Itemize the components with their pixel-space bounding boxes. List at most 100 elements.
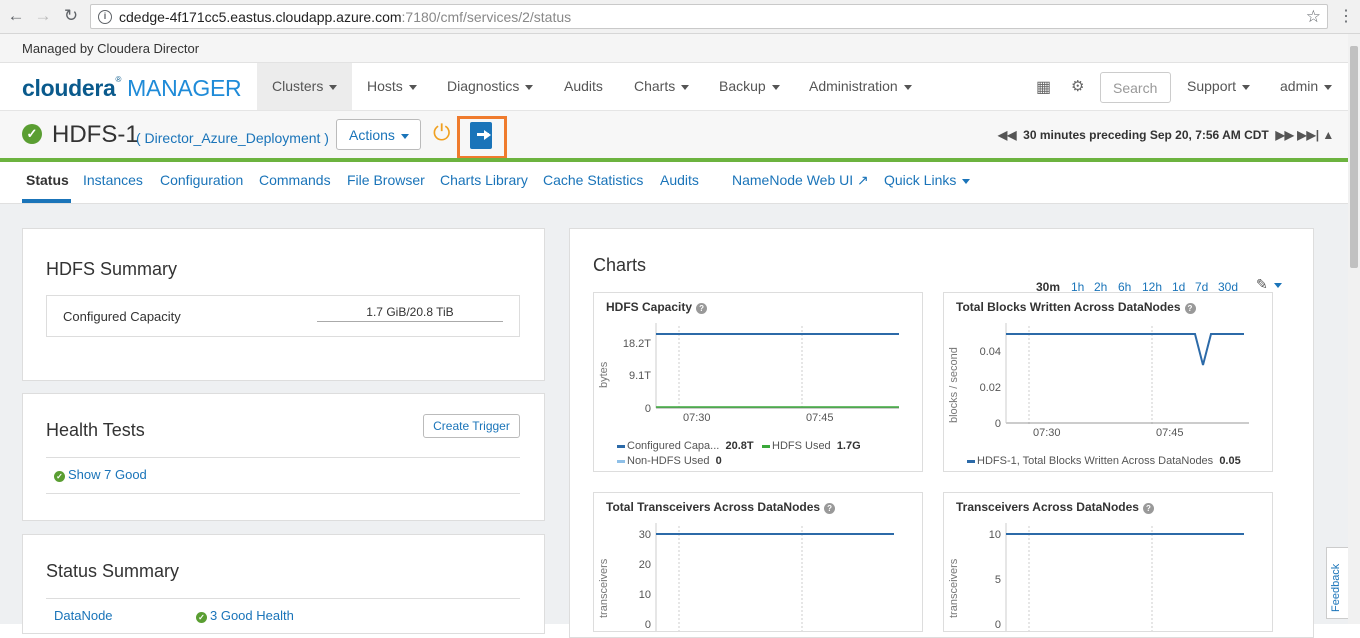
y-tick: 10	[639, 589, 651, 601]
legend-label: Configured Capa...	[627, 440, 720, 452]
datanode-link[interactable]: DataNode	[54, 608, 113, 623]
divider	[46, 493, 520, 494]
page-scrollbar[interactable]	[1348, 34, 1360, 624]
nav-audits[interactable]: Audits	[549, 63, 618, 110]
legend-label: HDFS-1, Total Blocks Written Across Data…	[977, 455, 1214, 467]
y-axis-label: transceivers	[948, 558, 960, 618]
check-icon: ✓	[196, 612, 207, 623]
back-icon[interactable]: ←	[5, 6, 27, 26]
configured-capacity-row: Configured Capacity 1.7 GiB/20.8 TiB	[46, 295, 520, 337]
nav-hosts-label: Hosts	[367, 78, 403, 94]
x-tick: 07:45	[806, 412, 834, 424]
quick-links-label: Quick Links	[884, 172, 957, 188]
divider	[46, 598, 520, 599]
tab-cache-statistics[interactable]: Cache Statistics	[543, 172, 643, 188]
logo-cloudera: cloudera	[22, 75, 116, 101]
address-bar[interactable]: i cdedge-4f171cc5.eastus.cloudapp.azure.…	[90, 4, 1328, 29]
url-path: :7180/cmf/services/2/status	[401, 9, 572, 25]
jump-to-now-icon[interactable]: ▶▶|	[1297, 128, 1319, 142]
legend-value: 20.8T	[725, 440, 754, 452]
parcel-gift-icon[interactable]: ▦	[1036, 77, 1051, 97]
chevron-down-icon	[771, 84, 780, 90]
nav-charts[interactable]: Charts	[619, 63, 704, 110]
good-health-icon: ✓	[22, 124, 42, 144]
chart-transceivers-across-datanodes[interactable]: Transceivers Across DataNodes? 10 5 0 tr…	[943, 492, 1273, 632]
y-axis-label: transceivers	[598, 558, 610, 618]
status-summary-title: Status Summary	[46, 561, 180, 581]
url-host: cdedge-4f171cc5.eastus.cloudapp.azure.co…	[119, 9, 402, 25]
nav-user-admin[interactable]: admin	[1265, 63, 1347, 110]
nav-support[interactable]: Support	[1172, 63, 1265, 110]
transceivers-plot: 10 5 0 transceivers	[948, 523, 1244, 631]
browser-menu-icon[interactable]: ⋮	[1338, 6, 1354, 26]
forward-icon[interactable]: ▶▶	[1275, 128, 1293, 142]
logo-manager: MANAGER	[127, 75, 242, 101]
datanode-health-label: 3 Good Health	[210, 608, 294, 623]
top-navigation: cloudera® MANAGER Clusters Hosts Diagnos…	[0, 63, 1348, 111]
chevron-down-icon	[962, 178, 971, 184]
datanode-health-link[interactable]: ✓ 3 Good Health	[196, 608, 294, 623]
reload-icon[interactable]: ↻	[60, 6, 82, 26]
nav-support-label: Support	[1187, 78, 1237, 94]
y-axis-label: bytes	[598, 361, 610, 388]
forward-icon[interactable]: →	[32, 6, 54, 26]
charts-title: Charts	[593, 255, 647, 275]
chart-area-icon[interactable]: ▲	[1322, 128, 1334, 142]
legend-label: Non-HDFS Used	[627, 455, 710, 467]
tab-commands[interactable]: Commands	[259, 172, 331, 188]
create-trigger-button[interactable]: Create Trigger	[423, 414, 520, 438]
tab-charts-library[interactable]: Charts Library	[440, 172, 528, 188]
nav-administration[interactable]: Administration	[794, 63, 927, 110]
legend-swatch	[967, 459, 975, 463]
actions-button[interactable]: Actions	[336, 119, 421, 150]
bookmark-star-icon[interactable]: ☆	[1306, 7, 1321, 27]
export-icon[interactable]	[470, 122, 492, 149]
feedback-tab[interactable]: Feedback	[1326, 547, 1348, 619]
managed-by-strip: Managed by Cloudera Director	[0, 34, 1348, 63]
y-tick: 0	[645, 403, 651, 415]
tab-file-browser[interactable]: File Browser	[347, 172, 425, 188]
capacity-value: 1.7 GiB/20.8 TiB	[366, 305, 454, 319]
tab-namenode-web-ui[interactable]: NameNode Web UI ↗	[732, 172, 869, 189]
show-good-label: Show 7 Good	[68, 467, 147, 482]
chart-total-transceivers[interactable]: Total Transceivers Across DataNodes? 30 …	[593, 492, 923, 632]
show-good-link[interactable]: ✓ Show 7 Good	[54, 467, 147, 482]
nav-clusters-label: Clusters	[272, 78, 324, 94]
tab-instances[interactable]: Instances	[83, 172, 143, 188]
nav-backup[interactable]: Backup	[704, 63, 795, 110]
info-icon[interactable]: i	[98, 10, 112, 24]
rewind-icon[interactable]: ◀◀	[998, 128, 1016, 142]
y-tick: 0	[995, 418, 1001, 430]
restart-power-icon[interactable]: ⏻	[433, 120, 450, 146]
nav-clusters[interactable]: Clusters	[257, 63, 353, 110]
tab-status[interactable]: Status	[26, 172, 69, 188]
chart-hdfs-capacity[interactable]: HDFS Capacity? 18.2T 9.1T 0 07:30 07:45 …	[593, 292, 923, 472]
y-tick: 30	[639, 529, 651, 541]
chevron-down-icon	[1324, 84, 1333, 90]
x-tick: 07:30	[683, 412, 711, 424]
deployment-link[interactable]: ( Director_Azure_Deployment )	[136, 130, 329, 146]
tab-audits[interactable]: Audits	[660, 172, 699, 188]
chart-total-blocks-written[interactable]: Total Blocks Written Across DataNodes? 0…	[943, 292, 1273, 472]
hdfs-summary-title: HDFS Summary	[46, 259, 178, 279]
legend-item: Configured Capa... 20.8T	[617, 440, 754, 452]
nav-hosts[interactable]: Hosts	[352, 63, 432, 110]
hdfs-summary-panel: HDFS Summary Configured Capacity 1.7 GiB…	[22, 228, 545, 381]
edit-pencil-icon[interactable]: ✎	[1256, 276, 1282, 293]
feedback-label: Feedback	[1330, 563, 1342, 612]
legend-swatch	[617, 444, 625, 448]
running-commands-icon[interactable]: ⚙	[1071, 77, 1084, 95]
cloudera-manager-logo[interactable]: cloudera® MANAGER	[22, 75, 242, 102]
legend-label: HDFS Used	[772, 440, 831, 452]
scrollbar-thumb[interactable]	[1350, 46, 1358, 268]
nav-diagnostics-label: Diagnostics	[447, 78, 520, 94]
actions-label: Actions	[349, 127, 395, 143]
nav-diagnostics[interactable]: Diagnostics	[432, 63, 548, 110]
y-tick: 5	[995, 574, 1001, 586]
tab-configuration[interactable]: Configuration	[160, 172, 243, 188]
time-range-bar[interactable]: ◀◀ 30 minutes preceding Sep 20, 7:56 AM …	[998, 128, 1334, 142]
nav-charts-label: Charts	[634, 78, 676, 94]
tab-quick-links[interactable]: Quick Links	[884, 172, 971, 188]
search-input[interactable]: Search	[1100, 72, 1171, 103]
managed-by-text: Managed by Cloudera Director	[22, 41, 200, 56]
